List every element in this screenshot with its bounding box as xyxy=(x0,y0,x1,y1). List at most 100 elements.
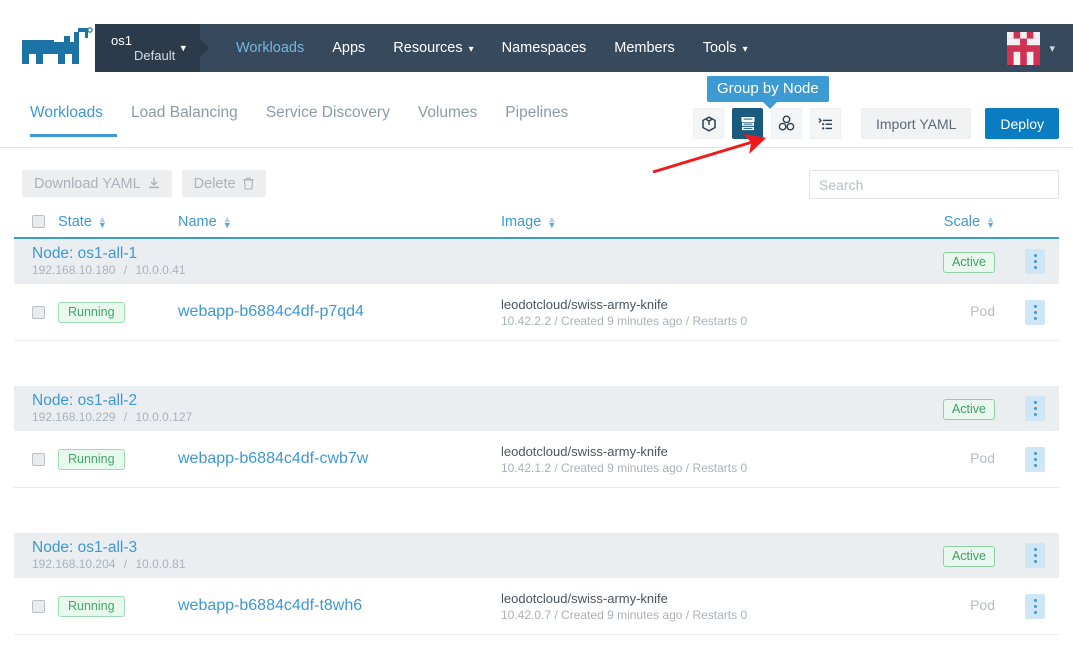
node-internal-ip: 10.0.0.41 xyxy=(135,263,185,277)
table-row[interactable]: Running webapp-b6884c4df-t8wh6 leodotclo… xyxy=(14,578,1059,635)
column-header-name[interactable]: Name ▲▼ xyxy=(178,214,501,230)
select-all-checkbox[interactable] xyxy=(32,215,45,228)
pod-state-badge: Running xyxy=(58,449,125,470)
nav-item-label: Resources xyxy=(393,40,462,56)
pod-image: leodotcloud/swiss-army-knife xyxy=(501,443,891,460)
bulk-action-row: Download YAML Delete xyxy=(22,170,266,197)
node-group-addresses: 192.168.10.204 / 10.0.0.81 xyxy=(32,557,891,572)
group-by-namespace-button[interactable] xyxy=(771,108,802,139)
pod-state-badge: Running xyxy=(58,596,125,617)
pod-actions-menu[interactable] xyxy=(1025,594,1045,619)
nav-spacer xyxy=(762,24,1008,72)
address-separator: / xyxy=(119,410,132,424)
cube-icon xyxy=(701,116,717,132)
column-header-scale[interactable]: Scale ▲▼ xyxy=(891,214,995,230)
sort-icon: ▲▼ xyxy=(547,216,556,228)
sort-icon: ▲▼ xyxy=(986,216,995,228)
node-internal-ip: 10.0.0.127 xyxy=(135,410,192,424)
node-actions-menu[interactable] xyxy=(1025,543,1045,568)
flat-list-view-button[interactable] xyxy=(810,108,841,139)
node-group-addresses: 192.168.10.180 / 10.0.0.41 xyxy=(32,263,891,278)
user-menu[interactable]: ▾ xyxy=(1007,24,1073,72)
tooltip-group-by-node: Group by Node xyxy=(707,76,829,102)
node-actions-menu[interactable] xyxy=(1025,249,1045,274)
column-label: Name xyxy=(178,214,217,230)
view-toolbar: Import YAML Deploy xyxy=(693,108,1059,139)
stacked-list-icon xyxy=(740,116,756,132)
node-status-badge: Active xyxy=(943,399,995,420)
node-group-title[interactable]: Node: os1-all-1 xyxy=(32,245,891,263)
group-spacer xyxy=(14,488,1059,533)
delete-button[interactable]: Delete xyxy=(182,170,266,197)
rancher-logo[interactable] xyxy=(14,26,94,70)
user-identicon-avatar xyxy=(1007,32,1040,65)
column-header-state[interactable]: State ▲▼ xyxy=(58,214,178,230)
cluster-name: os1 xyxy=(111,33,200,48)
import-yaml-button[interactable]: Import YAML xyxy=(861,108,971,139)
nav-item-label: Namespaces xyxy=(502,40,587,56)
pod-image-meta: 10.42.2.2 / Created 9 minutes ago / Rest… xyxy=(501,313,891,329)
pod-image: leodotcloud/swiss-army-knife xyxy=(501,590,891,607)
cluster-project-selector[interactable]: os1 Default ▾ xyxy=(95,24,200,72)
address-separator: / xyxy=(119,557,132,571)
nav-item-namespaces[interactable]: Namespaces xyxy=(488,40,601,56)
rancher-cow-logo-icon xyxy=(14,26,94,70)
nav-item-apps[interactable]: Apps xyxy=(318,40,379,56)
node-group-header[interactable]: Node: os1-all-3 192.168.10.204 / 10.0.0.… xyxy=(14,533,1059,578)
group-spacer xyxy=(14,341,1059,386)
nav-item-workloads[interactable]: Workloads xyxy=(222,40,318,56)
table-row[interactable]: Running webapp-b6884c4df-p7qd4 leodotclo… xyxy=(14,284,1059,341)
node-group-title[interactable]: Node: os1-all-2 xyxy=(32,392,891,410)
top-navigation-bar: os1 Default ▾ Workloads Apps Resources ▾… xyxy=(95,24,1073,72)
chevron-down-icon: ▾ xyxy=(743,44,748,55)
nav-item-tools[interactable]: Tools ▾ xyxy=(689,40,762,56)
row-checkbox[interactable] xyxy=(32,306,45,319)
table-row[interactable]: Running webapp-b6884c4df-cwb7w leodotclo… xyxy=(14,431,1059,488)
node-group-title[interactable]: Node: os1-all-3 xyxy=(32,539,891,557)
nav-item-resources[interactable]: Resources ▾ xyxy=(379,40,487,56)
row-checkbox[interactable] xyxy=(32,600,45,613)
pod-name-link[interactable]: webapp-b6884c4df-t8wh6 xyxy=(178,597,362,614)
trash-icon xyxy=(243,177,254,190)
search-input[interactable] xyxy=(809,170,1059,199)
deploy-button[interactable]: Deploy xyxy=(985,108,1059,139)
tab-load-balancing[interactable]: Load Balancing xyxy=(117,104,252,134)
project-name: Default xyxy=(111,48,200,64)
sort-icon: ▲▼ xyxy=(98,216,107,228)
pod-name-link[interactable]: webapp-b6884c4df-p7qd4 xyxy=(178,303,364,320)
chevron-down-icon: ▾ xyxy=(1049,42,1055,55)
pod-name-link[interactable]: webapp-b6884c4df-cwb7w xyxy=(178,450,368,467)
row-checkbox[interactable] xyxy=(32,453,45,466)
pod-actions-menu[interactable] xyxy=(1025,300,1045,325)
node-external-ip: 192.168.10.204 xyxy=(32,557,115,571)
node-group-header[interactable]: Node: os1-all-1 192.168.10.180 / 10.0.0.… xyxy=(14,239,1059,284)
node-status-badge: Active xyxy=(943,546,995,567)
node-internal-ip: 10.0.0.81 xyxy=(135,557,185,571)
pod-scale: Pod xyxy=(970,597,995,613)
pod-scale: Pod xyxy=(970,450,995,466)
sort-icon: ▲▼ xyxy=(223,216,232,228)
node-external-ip: 192.168.10.229 xyxy=(32,410,115,424)
pod-image-meta: 10.42.0.7 / Created 9 minutes ago / Rest… xyxy=(501,607,891,623)
tab-service-discovery[interactable]: Service Discovery xyxy=(252,104,404,134)
delete-label: Delete xyxy=(194,176,236,192)
namespace-cluster-icon xyxy=(778,115,795,132)
download-yaml-button[interactable]: Download YAML xyxy=(22,170,172,197)
column-header-image[interactable]: Image ▲▼ xyxy=(501,214,891,230)
node-group-addresses: 192.168.10.229 / 10.0.0.127 xyxy=(32,410,891,425)
node-group-header[interactable]: Node: os1-all-2 192.168.10.229 / 10.0.0.… xyxy=(14,386,1059,431)
column-label: Scale xyxy=(944,214,980,230)
pod-scale: Pod xyxy=(970,303,995,319)
nav-item-members[interactable]: Members xyxy=(600,40,688,56)
workloads-table: State ▲▼ Name ▲▼ Image ▲▼ Scale ▲▼ xyxy=(14,208,1059,635)
group-by-workload-button[interactable] xyxy=(693,108,724,139)
tab-pipelines[interactable]: Pipelines xyxy=(491,104,582,134)
chevron-down-icon: ▾ xyxy=(180,42,186,55)
chevron-down-icon: ▾ xyxy=(469,44,474,55)
node-actions-menu[interactable] xyxy=(1025,396,1045,421)
tab-workloads[interactable]: Workloads xyxy=(30,104,117,137)
group-by-node-button[interactable] xyxy=(732,108,763,139)
table-header-row: State ▲▼ Name ▲▼ Image ▲▼ Scale ▲▼ xyxy=(14,208,1059,239)
tab-volumes[interactable]: Volumes xyxy=(404,104,491,134)
pod-actions-menu[interactable] xyxy=(1025,447,1045,472)
